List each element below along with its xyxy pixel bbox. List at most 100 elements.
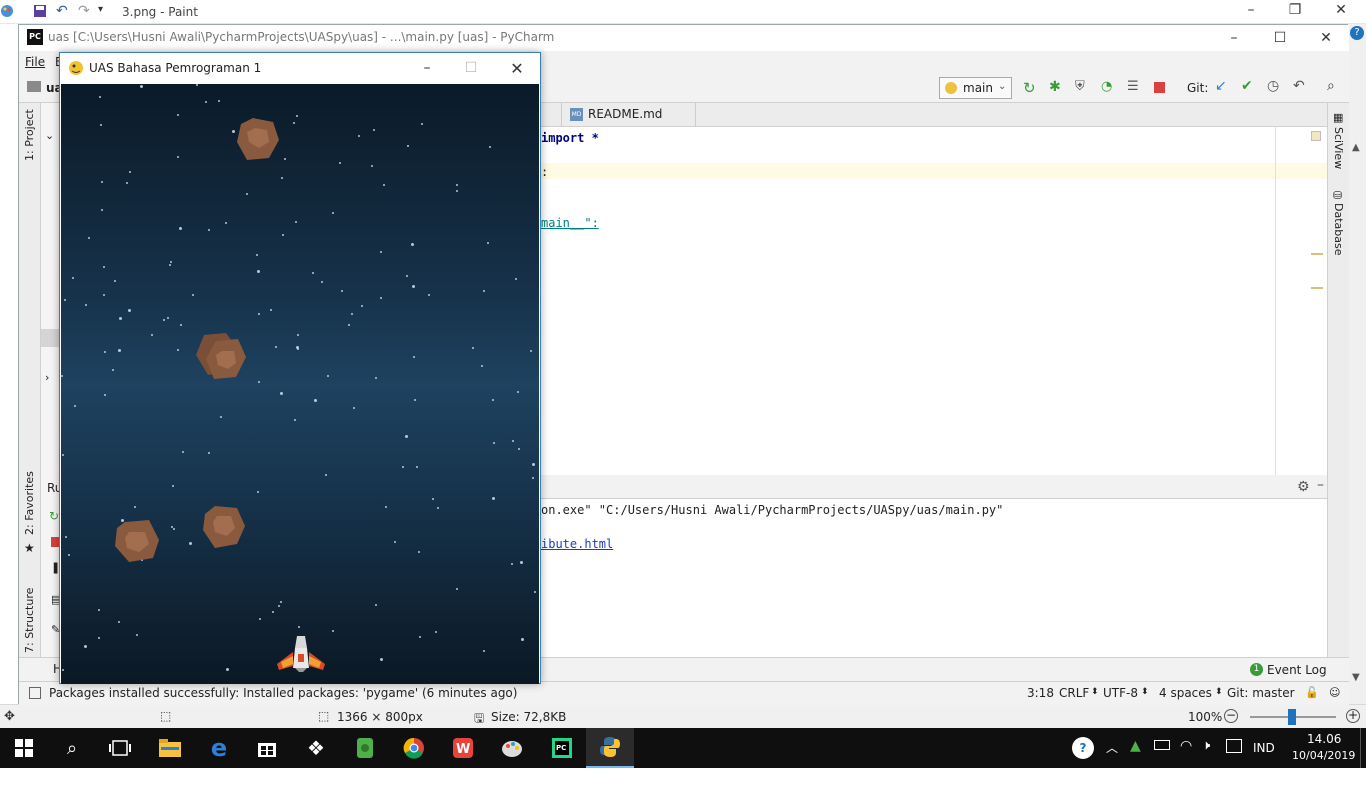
stop-icon[interactable] bbox=[1154, 82, 1165, 93]
run-config-dropdown[interactable]: main ⌄ bbox=[939, 77, 1012, 99]
chevron-down-icon[interactable]: ⌄ bbox=[45, 129, 54, 142]
run-output-panel[interactable]: on.exe" "C:/Users/Husni Awali/PycharmPro… bbox=[541, 475, 1327, 680]
error-stripe-mark[interactable] bbox=[1311, 253, 1323, 255]
tool-tab-structure[interactable]: 7: Structure bbox=[23, 588, 36, 653]
event-count-badge: 1 bbox=[1250, 663, 1263, 676]
editor-tab-bar: MD README.md bbox=[541, 103, 1327, 127]
lock-icon[interactable]: 🔓 bbox=[1305, 686, 1319, 699]
tool-tab-project[interactable]: 1: Project bbox=[23, 109, 36, 161]
task-view-icon[interactable] bbox=[96, 728, 144, 768]
history-icon[interactable]: ◷ bbox=[1267, 78, 1279, 94]
undo-icon[interactable]: ↶ bbox=[56, 3, 68, 19]
star bbox=[295, 221, 297, 223]
line-separator[interactable]: CRLF bbox=[1059, 686, 1089, 700]
game-close-button[interactable]: ✕ bbox=[494, 55, 540, 81]
game-canvas[interactable] bbox=[61, 84, 539, 684]
paint-restore-button[interactable]: ❐ bbox=[1272, 0, 1318, 22]
event-log-button[interactable]: Event Log bbox=[1267, 663, 1327, 677]
pycharm-close-button[interactable]: ✕ bbox=[1303, 25, 1349, 51]
star bbox=[101, 181, 103, 183]
chevron-right-icon[interactable]: › bbox=[45, 371, 49, 384]
inspection-indicator[interactable] bbox=[1311, 131, 1321, 141]
tab-readme[interactable]: MD README.md bbox=[561, 103, 696, 127]
git-update-icon[interactable]: ↙ bbox=[1215, 78, 1227, 94]
python-taskbar-icon[interactable] bbox=[586, 728, 634, 768]
pycharm-taskbar-icon[interactable]: PC bbox=[538, 728, 586, 768]
run-output-link[interactable]: ibute.html bbox=[541, 537, 613, 551]
star bbox=[98, 609, 100, 611]
paint-minimize-button[interactable]: – bbox=[1228, 0, 1274, 22]
git-branch[interactable]: Git: master bbox=[1227, 686, 1295, 700]
cursor-position[interactable]: 3:18 bbox=[1027, 686, 1054, 700]
star bbox=[100, 124, 102, 126]
profile-icon[interactable]: ◔ bbox=[1101, 79, 1112, 94]
star bbox=[151, 334, 153, 336]
menu-file[interactable]: File bbox=[25, 55, 45, 69]
indent-setting[interactable]: 4 spaces bbox=[1159, 686, 1212, 700]
input-language[interactable]: IND bbox=[1253, 741, 1275, 755]
star bbox=[62, 669, 64, 671]
game-minimize-button[interactable]: – bbox=[404, 55, 450, 81]
star bbox=[84, 645, 87, 648]
status-message[interactable]: Packages installed successfully: Install… bbox=[49, 686, 517, 700]
battery-icon[interactable] bbox=[1154, 740, 1170, 750]
minimize-panel-icon[interactable]: – bbox=[1317, 477, 1324, 493]
redo-icon[interactable]: ↷ bbox=[78, 3, 90, 19]
star bbox=[140, 85, 143, 88]
zoom-in-button[interactable]: + bbox=[1346, 709, 1360, 723]
show-desktop-button[interactable] bbox=[1360, 728, 1366, 768]
zoom-out-button[interactable]: − bbox=[1224, 709, 1238, 723]
clock-time[interactable]: 14.06 bbox=[1307, 732, 1341, 746]
zoom-level: 100% bbox=[1188, 710, 1223, 724]
zoom-slider-thumb[interactable] bbox=[1288, 709, 1296, 725]
concurrency-icon[interactable]: ☰ bbox=[1127, 79, 1139, 94]
start-button[interactable] bbox=[0, 728, 48, 768]
quick-access-dropdown-icon[interactable]: ▾ bbox=[98, 4, 103, 15]
speaker-muted-icon[interactable]: 🕨 bbox=[1202, 738, 1210, 753]
clock-date[interactable]: 10/04/2019 bbox=[1292, 749, 1355, 762]
star bbox=[218, 100, 220, 102]
star bbox=[493, 442, 495, 444]
tool-tab-database[interactable]: Database bbox=[1332, 203, 1345, 256]
scroll-up-icon[interactable]: ▲ bbox=[1352, 142, 1360, 153]
pycharm-minimize-button[interactable]: – bbox=[1211, 25, 1257, 51]
action-center-icon[interactable] bbox=[1226, 739, 1242, 753]
show-hidden-icons-chevron-icon[interactable]: ︿ bbox=[1106, 739, 1118, 756]
paint-close-button[interactable]: ✕ bbox=[1318, 0, 1364, 22]
dropbox-icon[interactable]: ❖ bbox=[292, 728, 340, 768]
tool-tab-sciview[interactable]: SciView bbox=[1332, 127, 1345, 169]
toggle-tool-windows-icon[interactable] bbox=[29, 687, 41, 699]
tray-triangle-icon[interactable]: ▲ bbox=[1130, 738, 1141, 754]
wifi-icon[interactable]: ◠ bbox=[1180, 738, 1192, 754]
git-commit-icon[interactable]: ✔ bbox=[1241, 78, 1253, 94]
store-icon[interactable] bbox=[243, 728, 291, 768]
rerun-icon[interactable]: ↻ bbox=[49, 509, 59, 523]
code-editor[interactable]: import * : main__": bbox=[541, 127, 1327, 475]
scroll-down-icon[interactable]: ▼ bbox=[1352, 672, 1360, 683]
search-icon[interactable]: ⌕ bbox=[48, 728, 96, 768]
coverage-icon[interactable]: ⛨ bbox=[1075, 79, 1085, 94]
star bbox=[103, 266, 105, 268]
debug-icon[interactable]: ✱ bbox=[1049, 79, 1061, 95]
star bbox=[517, 391, 519, 393]
help-icon[interactable]: ? bbox=[1350, 26, 1364, 40]
error-stripe-mark[interactable] bbox=[1311, 287, 1323, 289]
wps-office-icon[interactable]: W bbox=[439, 728, 487, 768]
chrome-icon[interactable] bbox=[390, 728, 438, 768]
file-encoding[interactable]: UTF-8 bbox=[1103, 686, 1138, 700]
pycharm-maximize-button[interactable]: ☐ bbox=[1257, 25, 1303, 51]
inspector-icon[interactable]: ☺ bbox=[1329, 686, 1340, 699]
revert-icon[interactable]: ↶ bbox=[1293, 78, 1305, 94]
tool-tab-favorites[interactable]: 2: Favorites bbox=[23, 471, 36, 535]
help-icon[interactable]: ? bbox=[1072, 737, 1094, 759]
gear-icon[interactable]: ⚙ bbox=[1297, 479, 1310, 495]
rerun-icon[interactable]: ↻ bbox=[1023, 79, 1036, 97]
evernote-icon[interactable] bbox=[341, 728, 389, 768]
paint-icon[interactable] bbox=[488, 728, 536, 768]
search-icon[interactable]: ⌕ bbox=[1327, 78, 1335, 94]
file-explorer-icon[interactable] bbox=[146, 728, 194, 768]
edge-browser-icon[interactable]: e bbox=[195, 728, 243, 768]
star bbox=[258, 381, 260, 383]
save-icon[interactable] bbox=[33, 4, 47, 21]
game-maximize-button[interactable]: ☐ bbox=[448, 55, 494, 81]
